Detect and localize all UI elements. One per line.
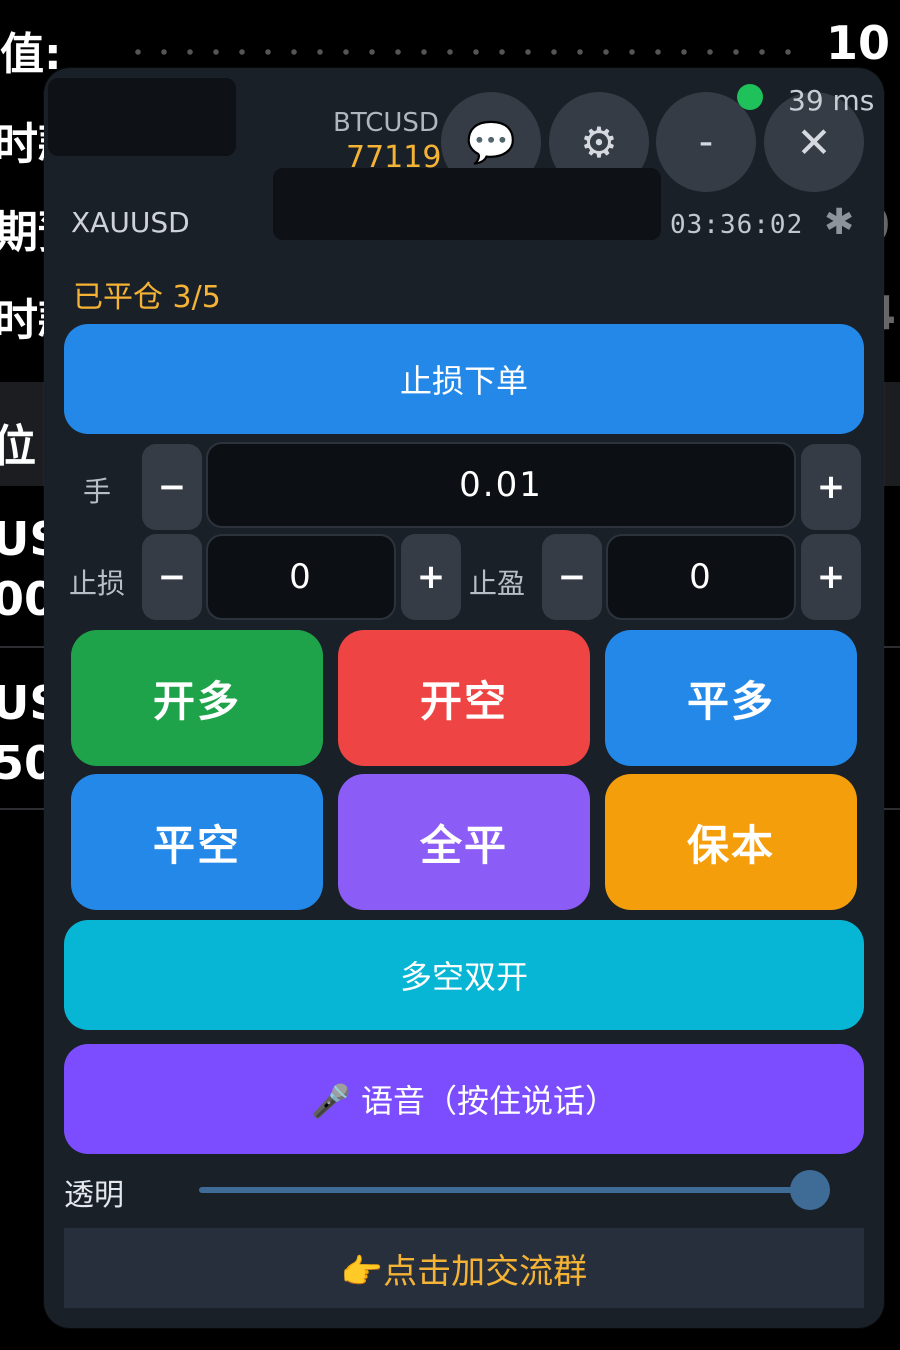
closed-position-status: 已平仓 3/5 — [73, 280, 221, 315]
ticker-symbol: BTCUSD — [333, 108, 439, 138]
stop-order-button[interactable]: 止损下单 — [64, 324, 864, 434]
dual-open-button[interactable]: 多空双开 — [64, 920, 864, 1030]
voice-button[interactable]: 🎤 语音（按住说话） — [64, 1044, 864, 1154]
open-long-button[interactable]: 开多 — [71, 630, 323, 766]
trading-panel[interactable]: BTCUSD 77119 💬 ⚙ - ✕ 39 ms XAUUSD 03:36:… — [44, 68, 884, 1328]
take-profit-input[interactable]: 0 — [606, 534, 796, 620]
minimize-icon: - — [698, 119, 714, 165]
bg-dots — [125, 48, 805, 56]
stop-loss-decrease-button[interactable]: − — [142, 534, 202, 620]
lots-input[interactable]: 0.01 — [206, 442, 796, 528]
take-profit-increase-button[interactable]: + — [801, 534, 861, 620]
opacity-label: 透明 — [64, 1178, 124, 1213]
masked-region — [273, 168, 661, 240]
opacity-slider-thumb[interactable] — [790, 1170, 830, 1210]
bg-band-text: 位 — [0, 421, 36, 472]
lots-label: 手 — [83, 475, 112, 508]
symbol-label: XAUUSD — [71, 206, 190, 239]
bluetooth-icon: ✱ — [824, 202, 855, 243]
stop-loss-input[interactable]: 0 — [206, 534, 396, 620]
close-short-button[interactable]: 平空 — [71, 774, 323, 910]
opacity-slider-track[interactable] — [199, 1187, 829, 1193]
lots-decrease-button[interactable]: − — [142, 444, 202, 530]
chat-icon: 💬 — [466, 119, 516, 166]
gear-icon: ⚙ — [580, 117, 618, 167]
clock: 03:36:02 — [670, 210, 804, 240]
take-profit-label: 止盈 — [469, 567, 526, 600]
stop-loss-label: 止损 — [69, 567, 126, 600]
join-group-link[interactable]: 👉点击加交流群 — [64, 1228, 864, 1308]
lots-increase-button[interactable]: + — [801, 444, 861, 530]
take-profit-decrease-button[interactable]: − — [542, 534, 602, 620]
connection-status-dot — [737, 84, 763, 110]
stop-loss-increase-button[interactable]: + — [401, 534, 461, 620]
close-icon: ✕ — [796, 117, 832, 167]
bg-row1-value: 10 7 — [826, 16, 900, 70]
masked-region — [48, 78, 236, 156]
close-long-button[interactable]: 平多 — [605, 630, 857, 766]
open-short-button[interactable]: 开空 — [338, 630, 590, 766]
close-all-button[interactable]: 全平 — [338, 774, 590, 910]
breakeven-button[interactable]: 保本 — [605, 774, 857, 910]
latency-readout: 39 ms — [788, 84, 875, 117]
bg-row1-label: 值: — [0, 29, 62, 80]
